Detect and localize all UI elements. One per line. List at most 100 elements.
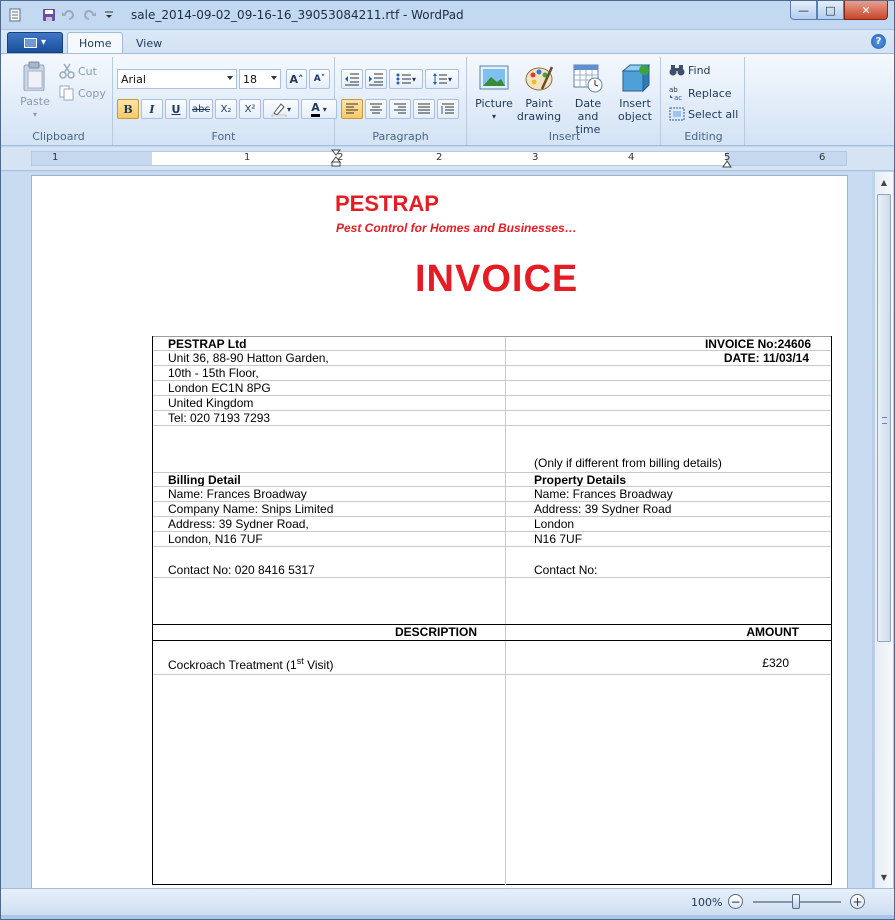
ribbon-home: Paste ▾ Cut Copy Clipboard Arial 18 A˄ A… (1, 53, 894, 146)
grow-font-button[interactable]: A˄ (286, 69, 307, 89)
picture-label: Picture (475, 97, 513, 110)
paste-label: Paste (20, 95, 50, 108)
insert-object-button[interactable]: Insert object (613, 63, 657, 123)
cut-label: Cut (78, 64, 97, 78)
align-left-button[interactable] (341, 99, 363, 119)
ribbon-tabs: ▾ Home View ? (1, 29, 894, 54)
strikethrough-button[interactable]: abc (189, 99, 213, 119)
seller-telephone: Tel: 020 7193 7293 (153, 411, 506, 425)
object-icon (621, 63, 650, 93)
find-button[interactable]: Find (669, 63, 711, 77)
underline-button[interactable]: U (165, 99, 187, 119)
insert-picture-button[interactable]: Picture ▾ (473, 63, 515, 123)
line-spacing-icon (432, 73, 447, 85)
paragraph-settings-button[interactable] (437, 99, 459, 119)
italic-button[interactable]: I (141, 99, 163, 119)
zoom-level: 100% (691, 896, 723, 909)
increase-indent-button[interactable] (365, 69, 387, 89)
close-button[interactable]: ✕ (844, 1, 888, 20)
superscript-button[interactable]: X² (239, 99, 261, 119)
property-name: Name: Frances Broadway (534, 487, 673, 501)
font-size-select[interactable]: 18 (239, 69, 281, 89)
font-family-select[interactable]: Arial (117, 69, 237, 89)
ruler-label: 3 (532, 152, 539, 163)
paragraph-row-1: ▾ ▾ (341, 69, 459, 89)
clipboard-group: Paste ▾ Cut Copy Clipboard (5, 57, 113, 145)
scissors-icon (59, 63, 75, 79)
copy-button[interactable]: Copy (59, 85, 106, 101)
subscript-button[interactable]: X₂ (215, 99, 237, 119)
line-spacing-button[interactable]: ▾ (425, 69, 459, 89)
document-page[interactable]: PESTRAP Pest Control for Homes and Busin… (31, 175, 848, 888)
table-row: London EC1N 8PG (153, 381, 831, 396)
table-header-row: DESCRIPTION AMOUNT (153, 625, 831, 641)
insert-group-label: Insert (548, 130, 581, 143)
seller-address-line: London EC1N 8PG (153, 381, 506, 395)
date-time-button[interactable]: Date and time (563, 63, 613, 136)
increase-indent-icon (369, 73, 383, 86)
highlight-color-button[interactable]: ▾ (263, 99, 299, 119)
align-right-button[interactable] (389, 99, 411, 119)
invoice-title: INVOICE (415, 258, 579, 300)
select-all-button[interactable]: Select all (669, 107, 738, 121)
company-name: PESTRAP (335, 191, 439, 216)
bold-button[interactable]: B (117, 99, 139, 119)
justify-button[interactable] (413, 99, 435, 119)
vertical-scrollbar[interactable]: ▲ ▼ (874, 172, 893, 888)
invoice-date: DATE: 11/03/14 (723, 351, 809, 365)
tab-home[interactable]: Home (67, 32, 124, 54)
shrink-font-button[interactable]: A˅ (309, 69, 330, 89)
text-color-letter: A (311, 101, 320, 117)
undo-icon[interactable] (61, 7, 77, 23)
chevron-down-icon: ▾ (286, 104, 291, 114)
application-menu-button[interactable]: ▾ (7, 32, 63, 53)
right-indent-marker[interactable] (722, 158, 732, 171)
scroll-down-icon[interactable]: ▼ (875, 869, 893, 886)
zoom-slider-thumb[interactable] (792, 894, 800, 909)
tab-view[interactable]: View (125, 32, 173, 54)
horizontal-ruler[interactable]: 1 2 1 2 3 4 5 6 (31, 149, 847, 168)
invoice-table: PESTRAP Ltd INVOICE No:24606 Unit 36, 88… (152, 336, 832, 885)
bullets-button[interactable]: ▾ (389, 69, 423, 89)
redo-icon[interactable] (81, 7, 97, 23)
scroll-up-icon[interactable]: ▲ (875, 174, 893, 191)
seller-address-line: Unit 36, 88-90 Hatton Garden, (153, 351, 506, 365)
replace-button[interactable]: ab ac Replace (669, 85, 732, 101)
binoculars-icon (669, 65, 685, 76)
zoom-in-button[interactable]: + (850, 894, 865, 909)
align-center-button[interactable] (365, 99, 387, 119)
text-color-button[interactable]: A ▾ (301, 99, 337, 119)
paste-icon (23, 61, 45, 91)
font-group-label: Font (211, 130, 236, 143)
save-icon[interactable] (41, 7, 57, 23)
wordpad-app-icon[interactable] (7, 7, 23, 23)
table-row: Address: 39 Sydner Road, London (153, 517, 831, 532)
table-row: London, N16 7UF N16 7UF (153, 532, 831, 547)
customize-toolbar-icon[interactable] (101, 7, 117, 23)
table-row: Tel: 020 7193 7293 (153, 411, 831, 426)
maximize-button[interactable]: □ (817, 1, 844, 20)
table-row (153, 675, 831, 885)
table-row: Contact No: 020 8416 5317 Contact No: (153, 547, 831, 578)
cut-button[interactable]: Cut (59, 63, 97, 79)
document-area[interactable]: PESTRAP Pest Control for Homes and Busin… (1, 172, 872, 888)
replace-label: Replace (688, 86, 732, 100)
seller-address-line: United Kingdom (153, 396, 506, 410)
table-row: Billing Detail Property Details (153, 472, 831, 487)
billing-address: Address: 39 Sydner Road, (153, 517, 506, 531)
minimize-button[interactable]: — (790, 1, 817, 20)
ruler-bar: 1 2 1 2 3 4 5 6 (1, 147, 894, 171)
zoom-out-button[interactable]: − (728, 894, 743, 909)
first-line-indent-marker[interactable] (330, 149, 342, 170)
help-icon[interactable]: ? (871, 34, 886, 49)
paint-drawing-button[interactable]: Paint drawing (515, 63, 563, 123)
title-bar: sale_2014-09-02_09-16-16_39053084211.rtf… (1, 1, 894, 29)
svg-text:ab: ab (669, 86, 678, 94)
paragraph-icon (441, 103, 454, 114)
ruler-label: 2 (436, 152, 443, 163)
scrollbar-thumb[interactable] (877, 194, 891, 642)
decrease-indent-button[interactable] (341, 69, 363, 89)
paste-button[interactable]: Paste ▾ (15, 61, 55, 121)
property-note: (Only if different from billing details) (534, 456, 722, 470)
status-bar: 100% − + (1, 888, 894, 915)
